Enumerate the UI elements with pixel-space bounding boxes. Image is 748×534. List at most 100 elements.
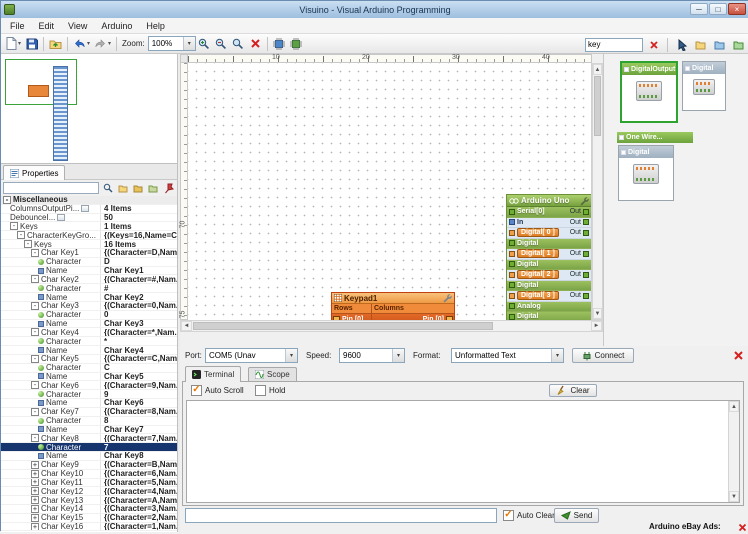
expand-all-button[interactable] <box>116 182 129 195</box>
tree-expander[interactable]: + <box>31 461 39 469</box>
wrench-icon[interactable] <box>442 293 452 303</box>
tree-expander[interactable]: - <box>31 302 39 310</box>
terminal-output[interactable]: ▲ ▼ <box>186 400 740 503</box>
design-canvas[interactable]: Keypad1 Rows Pin [0] Columns Pin [0] <box>188 63 592 320</box>
output-pin[interactable] <box>583 230 589 236</box>
scroll-up-arrow[interactable]: ▲ <box>593 64 602 75</box>
hold-checkbox[interactable]: Hold <box>255 385 285 396</box>
property-row[interactable]: +Char Key10{(Character=6,Nam... <box>1 470 177 479</box>
input-pin[interactable] <box>509 282 515 288</box>
property-row[interactable]: CharacterC <box>1 364 177 373</box>
output-pin[interactable] <box>583 251 589 257</box>
tree-expander[interactable]: + <box>31 523 39 531</box>
property-row[interactable]: NameChar Key3 <box>1 320 177 329</box>
arduino-header[interactable]: Arduino Uno <box>507 195 591 207</box>
property-row[interactable]: NameChar Key1 <box>1 267 177 276</box>
send-message-input[interactable] <box>185 508 497 523</box>
property-row[interactable]: CharacterD <box>1 258 177 267</box>
property-row[interactable]: +Char Key16{(Character=1,Nam... <box>1 523 177 532</box>
property-row[interactable]: NameChar Key8 <box>1 452 177 461</box>
input-pin[interactable] <box>509 293 515 299</box>
menu-edit[interactable]: Edit <box>32 21 62 31</box>
output-pin[interactable] <box>583 209 589 215</box>
property-row[interactable]: NameChar Key7 <box>1 426 177 435</box>
palette-pin-button[interactable] <box>730 36 747 53</box>
property-search-input[interactable] <box>3 182 99 194</box>
new-project-button[interactable]: ▾ <box>3 35 23 52</box>
speed-select[interactable]: 9600 ▾ <box>339 348 405 363</box>
select-mode-button[interactable] <box>673 36 690 53</box>
scroll-right-arrow[interactable]: ► <box>591 321 602 331</box>
wrench-icon[interactable] <box>579 196 589 206</box>
tab-scope[interactable]: Scope <box>248 367 297 381</box>
scroll-thumb[interactable] <box>594 76 601 136</box>
undo-button[interactable]: ▾ <box>71 35 92 52</box>
palette-categories-button[interactable] <box>692 36 709 53</box>
tree-expander[interactable]: - <box>3 196 11 204</box>
scroll-up-arrow[interactable]: ▲ <box>729 401 739 412</box>
checkbox[interactable]: ✓ <box>503 510 514 521</box>
scroll-left-arrow[interactable]: ◄ <box>181 321 192 331</box>
input-pin[interactable] <box>509 272 515 278</box>
terminal-scrollbar[interactable]: ▲ ▼ <box>728 401 739 502</box>
property-row[interactable]: Character# <box>1 284 177 293</box>
clear-search-button[interactable] <box>645 36 662 53</box>
tab-properties[interactable]: Properties <box>3 165 65 180</box>
property-row[interactable]: -Char Key7{(Character=8,Nam... <box>1 408 177 417</box>
tree-expander[interactable]: - <box>24 240 32 248</box>
connect-button[interactable]: Connect <box>572 348 634 363</box>
property-row[interactable]: NameChar Key4 <box>1 346 177 355</box>
minimize-button[interactable]: ─ <box>690 3 708 15</box>
palette-item-digital-output[interactable]: DigitalOutput <box>620 61 678 123</box>
input-pin[interactable] <box>509 240 515 246</box>
component-thumbnail[interactable] <box>693 79 715 95</box>
save-button[interactable] <box>23 35 40 52</box>
canvas-horizontal-scrollbar[interactable]: ◄ ► <box>180 320 603 332</box>
property-row[interactable]: +Char Key14{(Character=3,Nam... <box>1 505 177 514</box>
undo-dropdown-icon[interactable]: ▾ <box>87 40 90 47</box>
property-row[interactable]: DebounceI...50 <box>1 214 177 223</box>
property-row[interactable]: +Char Key12{(Character=4,Nam... <box>1 487 177 496</box>
format-dropdown-icon[interactable]: ▾ <box>551 349 563 362</box>
delete-button[interactable] <box>247 35 264 52</box>
ellipsis-button[interactable] <box>81 205 89 212</box>
palette-favorites-button[interactable] <box>711 36 728 53</box>
property-row[interactable]: Character7 <box>1 443 177 452</box>
input-pin[interactable] <box>509 209 515 215</box>
output-pin[interactable] <box>583 272 589 278</box>
redo-dropdown-icon[interactable]: ▾ <box>108 40 111 47</box>
property-row[interactable]: +Char Key9{(Character=B,Nam... <box>1 461 177 470</box>
clear-button[interactable]: Clear <box>549 384 597 397</box>
palette-item-digital[interactable]: Digital <box>682 61 726 111</box>
input-pin[interactable] <box>509 230 515 236</box>
property-row[interactable]: Character8 <box>1 417 177 426</box>
property-row[interactable]: -Char Key1{(Character=D,Nam... <box>1 249 177 258</box>
open-project-button[interactable] <box>47 35 64 52</box>
tree-expander[interactable]: - <box>31 328 39 336</box>
tree-expander[interactable]: - <box>31 275 39 283</box>
property-row[interactable]: NameChar Key2 <box>1 293 177 302</box>
component-keypad[interactable]: Keypad1 Rows Pin [0] Columns Pin [0] <box>331 292 455 320</box>
sort-properties-button[interactable] <box>146 182 159 195</box>
checkbox[interactable] <box>255 385 266 396</box>
input-pin[interactable] <box>509 219 515 225</box>
tree-expander[interactable]: + <box>31 470 39 478</box>
menu-file[interactable]: File <box>3 21 32 31</box>
design-overview[interactable] <box>1 54 178 164</box>
palette-item-one-wire-digital[interactable]: Digital <box>618 145 674 201</box>
output-pin[interactable] <box>583 293 589 299</box>
input-pin[interactable] <box>509 251 515 257</box>
property-row[interactable]: NameChar Key6 <box>1 399 177 408</box>
format-select[interactable]: Unformatted Text ▾ <box>451 348 564 363</box>
output-pin[interactable] <box>583 219 589 225</box>
compile-button[interactable] <box>271 35 288 52</box>
property-row[interactable]: -Char Key3{(Character=0,Nam... <box>1 302 177 311</box>
tree-expander[interactable]: + <box>31 487 39 495</box>
component-thumbnail[interactable] <box>636 81 662 101</box>
property-row[interactable]: NameChar Key5 <box>1 373 177 382</box>
upload-arduino-button[interactable] <box>288 35 305 52</box>
zoom-out-button[interactable] <box>213 35 230 52</box>
disconnect-button[interactable] <box>732 349 745 362</box>
property-row[interactable]: +Char Key11{(Character=5,Nam... <box>1 479 177 488</box>
tree-expander[interactable]: - <box>31 355 39 363</box>
